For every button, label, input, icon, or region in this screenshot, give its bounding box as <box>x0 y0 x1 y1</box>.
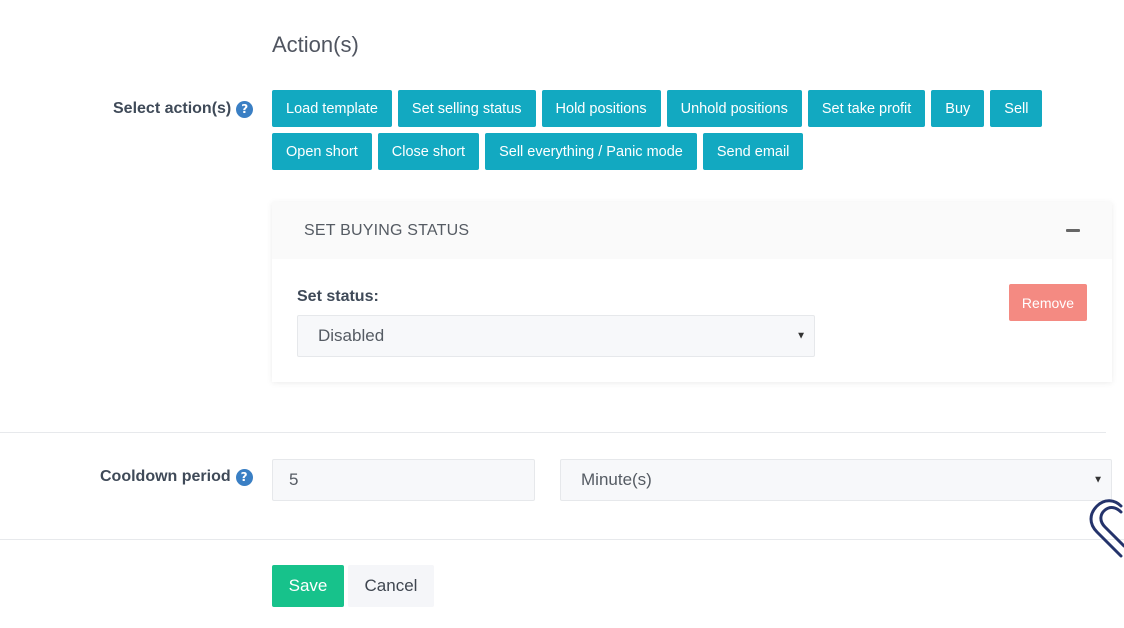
divider <box>0 432 1106 433</box>
set-status-label: Set status: <box>297 288 379 305</box>
action-button-unhold-positions[interactable]: Unhold positions <box>666 90 802 127</box>
status-select-value: Disabled <box>318 326 385 345</box>
cooldown-label: Cooldown period <box>100 468 231 485</box>
section-title: Action(s) <box>272 32 359 57</box>
panel-header[interactable]: SET BUYING STATUS <box>272 202 1112 259</box>
action-button-set-selling-status[interactable]: Set selling status <box>397 90 536 127</box>
cooldown-label-row: Cooldown period ? <box>100 468 253 486</box>
status-select[interactable]: Disabled ▼ <box>297 315 815 357</box>
chat-widget-icon[interactable] <box>1085 494 1124 558</box>
action-button-group: Load template Set selling status Hold posi… <box>272 90 1072 170</box>
action-button-send-email[interactable]: Send email <box>702 133 804 170</box>
action-button-load-template[interactable]: Load template <box>272 90 392 127</box>
page: Action(s) Select action(s) ? Load templa… <box>0 0 1124 628</box>
cancel-button[interactable]: Cancel <box>348 565 434 607</box>
save-button[interactable]: Save <box>272 565 344 607</box>
minus-icon[interactable] <box>1066 229 1080 232</box>
panel-title: SET BUYING STATUS <box>304 221 470 239</box>
select-actions-label: Select action(s) <box>113 100 232 117</box>
select-actions-label-row: Select action(s) ? <box>113 100 254 118</box>
cooldown-value: 5 <box>289 470 299 489</box>
set-buying-status-panel: SET BUYING STATUS Set status: Disabled ▼… <box>272 202 1112 382</box>
action-button-buy[interactable]: Buy <box>931 90 985 127</box>
chevron-down-icon: ▼ <box>796 330 806 342</box>
help-icon[interactable]: ? <box>236 100 254 118</box>
cooldown-unit-value: Minute(s) <box>581 470 652 489</box>
cooldown-unit-select[interactable]: Minute(s) ▼ <box>560 459 1112 501</box>
help-icon[interactable]: ? <box>235 468 253 486</box>
action-button-sell[interactable]: Sell <box>990 90 1043 127</box>
action-button-close-short[interactable]: Close short <box>377 133 480 170</box>
cooldown-value-input[interactable]: 5 <box>272 459 535 501</box>
chevron-down-icon: ▼ <box>1093 474 1103 486</box>
action-button-hold-positions[interactable]: Hold positions <box>541 90 661 127</box>
remove-button[interactable]: Remove <box>1009 284 1087 321</box>
action-button-set-take-profit[interactable]: Set take profit <box>807 90 926 127</box>
action-button-open-short[interactable]: Open short <box>272 133 372 170</box>
action-button-sell-everything-panic-mode[interactable]: Sell everything / Panic mode <box>485 133 697 170</box>
divider <box>0 539 1124 540</box>
